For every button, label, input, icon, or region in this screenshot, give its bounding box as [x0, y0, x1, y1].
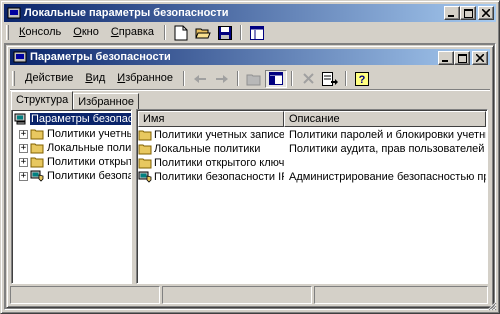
expand-icon[interactable]: +	[19, 129, 28, 139]
open-icon	[195, 28, 211, 38]
open-button[interactable]	[192, 24, 214, 42]
export-icon	[322, 71, 339, 86]
main-titlebar[interactable]: Локальные параметры безопасности	[4, 4, 496, 22]
status-panel	[10, 286, 160, 304]
menu-action[interactable]: Действие	[19, 70, 79, 87]
list-item-name: Политики безопасности IP н...	[154, 171, 284, 183]
new-icon	[174, 25, 188, 40]
shield-icon	[138, 171, 152, 183]
minimize-button[interactable]	[444, 6, 460, 20]
toolbar-separator	[183, 71, 186, 86]
maximize-button[interactable]	[460, 6, 476, 20]
menubar-grip[interactable]	[6, 25, 9, 40]
window-title: Локальные параметры безопасности	[24, 7, 229, 19]
new-window-button[interactable]	[246, 24, 268, 42]
folder-icon	[30, 157, 44, 168]
child-titlebar[interactable]: Параметры безопасности	[10, 49, 490, 65]
list-item[interactable]: Политики учетных записей Политики пароле…	[138, 129, 486, 143]
window-icon	[250, 25, 265, 40]
list-item-name: Политики учетных записей	[154, 129, 284, 141]
column-header-name[interactable]: Имя	[138, 111, 284, 127]
expand-icon[interactable]: +	[19, 157, 28, 167]
list-item-description: Политики паролей и блокировки учетных за…	[289, 129, 486, 141]
up-icon	[246, 74, 261, 85]
menu-window[interactable]: Окно	[67, 24, 105, 41]
tree-item-ip-security[interactable]: + Политики безопасности IP на	[19, 169, 131, 183]
show-tree-icon	[269, 72, 284, 85]
expand-icon[interactable]: +	[19, 143, 28, 153]
child-title: Параметры безопасности	[30, 51, 171, 63]
forward-button[interactable]	[211, 70, 233, 88]
forward-icon	[216, 74, 229, 83]
help-button[interactable]: ?	[351, 70, 373, 88]
mdi-client-area: Параметры безопасности Действие Вид Избр…	[4, 43, 496, 310]
tab-favorites[interactable]: Избранное	[73, 93, 139, 109]
back-button[interactable]	[189, 70, 211, 88]
new-button[interactable]	[170, 24, 192, 42]
folder-icon	[30, 143, 44, 154]
tree-item-public-key-policies[interactable]: + Политики открытого ключа	[19, 155, 131, 169]
status-panel	[314, 286, 488, 304]
computer-icon	[14, 113, 26, 125]
menu-help[interactable]: Справка	[105, 24, 160, 41]
save-button[interactable]	[214, 24, 236, 42]
details-list[interactable]: Имя Описание Политики учетных записей По…	[136, 109, 488, 284]
console-tree[interactable]: Параметры безопасности + Политики учетны…	[11, 109, 132, 284]
delete-icon	[302, 73, 314, 84]
resize-grip-icon[interactable]	[485, 299, 497, 311]
delete-button[interactable]	[297, 70, 319, 88]
menu-view[interactable]: Вид	[79, 70, 111, 87]
help-icon: ?	[355, 71, 370, 86]
tree-root-label: Параметры безопасности	[30, 113, 131, 125]
view-tabs: Структура Избранное	[11, 91, 139, 110]
tree-item-local-policies[interactable]: + Локальные политики	[19, 141, 131, 155]
save-icon	[218, 25, 233, 40]
folder-icon	[138, 158, 152, 169]
menu-console[interactable]: Консоль	[13, 24, 67, 41]
shield-icon	[30, 170, 44, 182]
list-item[interactable]: Политики безопасности IP н... Администри…	[138, 171, 486, 185]
toolbar-separator	[164, 25, 167, 40]
app-icon	[7, 7, 21, 19]
folder-icon	[138, 144, 152, 155]
column-header-description[interactable]: Описание	[284, 111, 486, 127]
expand-icon[interactable]: +	[19, 171, 28, 181]
toolbar-separator	[291, 71, 294, 86]
tree-item-account-policies[interactable]: + Политики учетных записей	[19, 127, 131, 141]
menu-favorites[interactable]: Избранное	[111, 70, 179, 87]
toolbar-grip[interactable]	[12, 71, 15, 86]
child-close-button[interactable]	[472, 51, 488, 65]
show-tree-button[interactable]	[265, 69, 288, 88]
list-item-description: Администрирование безопасностью протокол…	[289, 171, 486, 183]
child-minimize-button[interactable]	[438, 51, 454, 65]
main-menubar: Консоль Окно Справка	[4, 23, 496, 42]
toolbar-separator	[240, 25, 243, 40]
status-panel	[162, 286, 312, 304]
tab-structure[interactable]: Структура	[11, 91, 74, 110]
list-item-name: Политики открытого ключа	[154, 157, 284, 169]
folder-icon	[138, 130, 152, 141]
back-icon	[194, 74, 207, 83]
toolbar-separator	[345, 71, 348, 86]
list-item[interactable]: Политики открытого ключа	[138, 157, 486, 171]
up-button[interactable]	[243, 70, 265, 88]
app-icon	[13, 51, 27, 63]
folder-icon	[30, 129, 44, 140]
list-item-description: Политики аудита, прав пользователей и па…	[289, 143, 486, 155]
list-item-name: Локальные политики	[154, 143, 261, 155]
status-bar	[10, 286, 490, 304]
child-maximize-button[interactable]	[454, 51, 470, 65]
toolbar-separator	[237, 71, 240, 86]
main-window: Локальные параметры безопасности Консоль…	[0, 0, 500, 314]
child-toolbar: Действие Вид Избранное ?	[10, 68, 490, 90]
svg-text:?: ?	[359, 74, 366, 86]
tree-item-root[interactable]: Параметры безопасности	[14, 112, 131, 126]
export-list-button[interactable]	[319, 70, 341, 88]
list-item[interactable]: Локальные политики Политики аудита, прав…	[138, 143, 486, 157]
child-window: Параметры безопасности Действие Вид Избр…	[6, 45, 494, 308]
close-button[interactable]	[478, 6, 494, 20]
